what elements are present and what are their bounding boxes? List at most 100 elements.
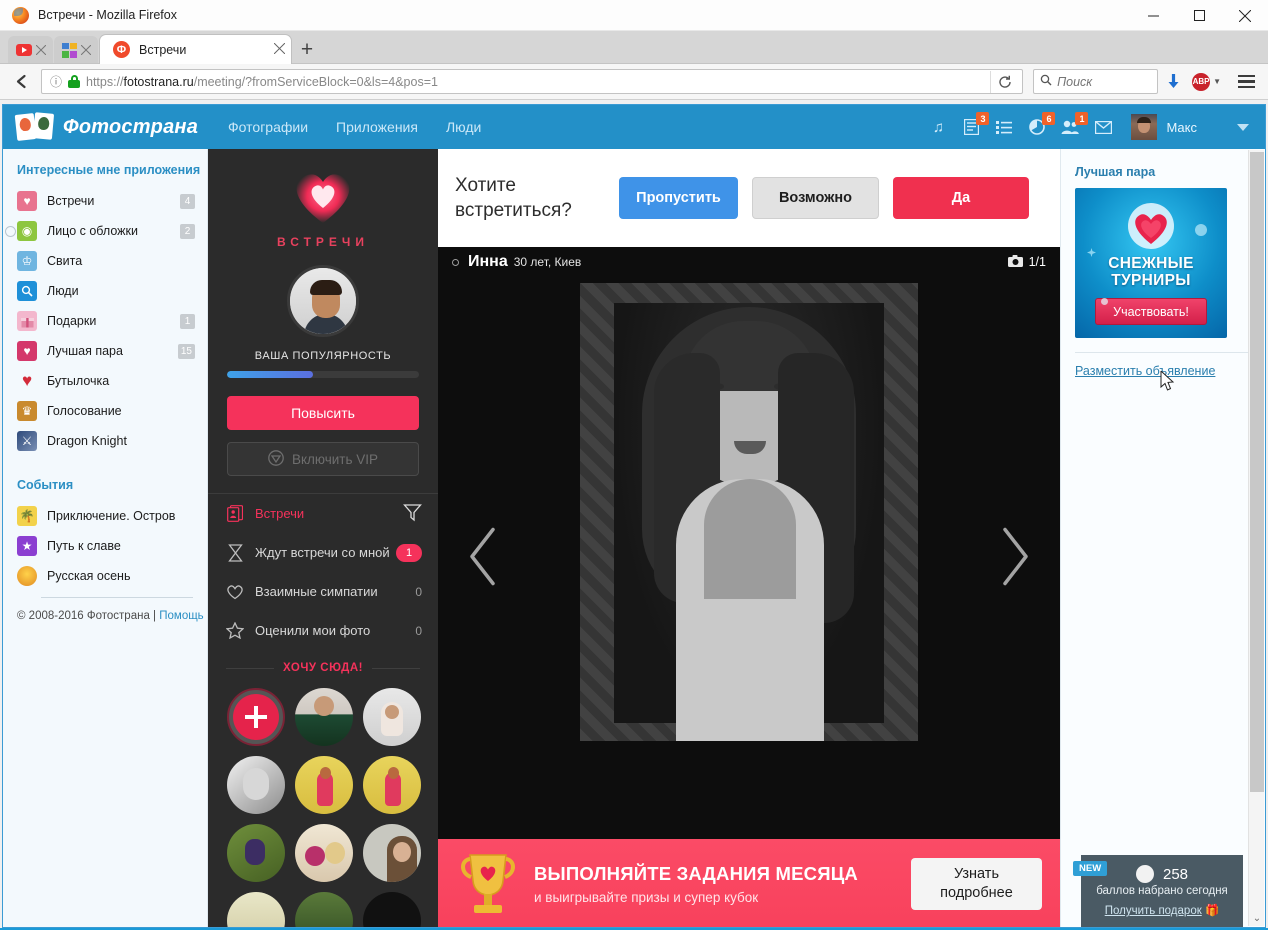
messages-icon[interactable] [1093,117,1113,137]
search-bar[interactable] [1033,69,1159,94]
downloads-icon[interactable] [1158,73,1188,90]
tab-close-icon[interactable] [273,42,286,57]
sidebar-item-podarki[interactable]: Подарки 1 [3,306,207,336]
sidebar-item-russkaya-osen[interactable]: Русская осень [3,561,207,591]
promo-learn-more-button[interactable]: Узнать подробнее [911,858,1042,910]
sidebar-item-put-k-slave[interactable]: ★ Путь к славе [3,531,207,561]
get-gift-link[interactable]: Получить подарок [1105,905,1202,917]
user-name: Макс [1166,119,1197,135]
grid-avatar[interactable] [227,892,285,927]
grid-avatar[interactable] [295,688,353,746]
tab-close-icon[interactable] [32,42,49,59]
grid-avatar[interactable] [295,824,353,882]
points-widget[interactable]: NEW 258 баллов набрано сегодня Получить … [1073,855,1243,927]
camera-icon [1007,254,1023,270]
notifications-icon[interactable]: 6 [1027,112,1056,137]
sidebar-item-golosovanie[interactable]: ♛ Голосование [3,396,207,426]
menu-button[interactable] [1231,74,1261,89]
nav-people[interactable]: Люди [446,119,481,135]
grid-avatar[interactable] [363,756,421,814]
sidebar-item-vstrechi[interactable]: ♥ Встречи 4 [3,186,207,216]
user-menu[interactable]: Макс [1131,114,1197,140]
place-ad-link[interactable]: Разместить объявление [1075,364,1215,378]
maybe-button[interactable]: Возможно [752,177,879,219]
sidebar-item-priklyuchenie-ostrov[interactable]: 🌴 Приключение. Остров [3,501,207,531]
adblock-button[interactable]: ABP ▼ [1188,72,1225,91]
maximize-button[interactable] [1176,0,1222,31]
grid-avatar[interactable] [227,756,285,814]
grid-avatar[interactable] [295,756,353,814]
next-photo-arrow[interactable] [998,526,1032,591]
photo-counter-text: 1/1 [1028,255,1046,269]
scrollbar-thumb[interactable] [1250,152,1264,792]
main-content: Хотите встретиться? Пропустить Возможно … [438,149,1175,927]
nav-photos[interactable]: Фотографии [228,119,308,135]
prev-photo-arrow[interactable] [466,526,500,591]
meet-menu-label: Ждут встречи со мной [255,545,390,560]
help-link[interactable]: Помощь [159,610,203,622]
new-tab-button[interactable]: + [292,36,322,64]
news-feed-icon[interactable]: 3 [961,112,990,137]
promo-banner[interactable]: ВЫПОЛНЯЙТЕ ЗАДАНИЯ МЕСЯЦА и выигрывайте … [438,839,1060,927]
grid-avatar[interactable] [295,892,353,927]
back-button[interactable] [7,67,37,97]
sidebar-item-svita[interactable]: ♔ Свита [3,246,207,276]
sidebar-item-dragon-knight[interactable]: ⚔ Dragon Knight [3,426,207,456]
close-button[interactable] [1222,0,1268,31]
grid-avatar[interactable] [227,824,285,882]
profile-details: 30 лет, Киев [513,255,582,269]
boost-button[interactable]: Повысить [227,396,419,430]
search-input[interactable] [1057,74,1153,89]
notifications-badge: 6 [1042,112,1056,125]
heart-icon: ♥ [17,191,37,211]
site-info-icon[interactable]: ⓘ [46,73,66,90]
profile-photo[interactable] [580,283,918,741]
reload-button[interactable] [990,70,1018,93]
skip-button[interactable]: Пропустить [619,177,738,219]
fotostrana-logo-icon[interactable] [14,112,55,141]
grid-avatar[interactable] [363,688,421,746]
vip-button[interactable]: Включить VIP [227,442,419,476]
online-status-icon [452,258,459,266]
sidebar-item-lyudi[interactable]: Люди [3,276,207,306]
grid-avatar[interactable] [363,892,421,927]
lock-icon [68,75,80,88]
filter-icon[interactable] [403,503,422,525]
sidebar-item-luchshaya-para[interactable]: ♥ Лучшая пара 15 [3,336,207,366]
profile-name[interactable]: Инна [468,253,508,271]
promo-button-line2: подробнее [940,885,1013,901]
ad-card[interactable]: СНЕЖНЫЕ ТУРНИРЫ Участвовать! [1075,188,1227,338]
want-here-grid [208,674,438,927]
yes-button[interactable]: Да [893,177,1029,219]
meet-menu-rated-photos[interactable]: Оценили мои фото 0 [208,611,438,650]
meet-menu-mutual[interactable]: Взаимные симпатии 0 [208,572,438,611]
sidebar-item-label: Dragon Knight [47,434,127,448]
meet-menu-vstrechi[interactable]: Встречи [208,494,438,533]
tab-vstrechi-active[interactable]: Ф Встречи [99,34,292,64]
minimize-button[interactable] [1130,0,1176,31]
coin-icon [1135,865,1154,883]
music-icon[interactable]: ♫ [928,117,948,137]
page-scrollbar[interactable]: ⌄ [1248,150,1264,926]
scroll-down-arrow[interactable]: ⌄ [1249,913,1265,924]
tasks-list-icon[interactable] [994,117,1014,137]
url-bar[interactable]: ⓘ https://fotostrana.ru/meeting/?fromSer… [41,69,1024,94]
meet-logo-text: ВСТРЕЧИ [277,235,369,249]
meet-menu-waiting[interactable]: Ждут встречи со мной 1 [208,533,438,572]
add-photo-button[interactable] [227,688,285,746]
grid-avatar[interactable] [363,824,421,882]
user-avatar-large[interactable] [287,265,359,337]
friends-icon[interactable]: 1 [1060,112,1089,137]
brand-name[interactable]: Фотострана [63,116,198,139]
badge: 15 [177,343,195,359]
nav-apps[interactable]: Приложения [336,119,418,135]
ad-line2: ТУРНИРЫ [1111,272,1191,289]
ad-participate-button[interactable]: Участвовать! [1095,298,1207,325]
tab-close-icon[interactable] [77,42,94,59]
sidebar-item-lico-s-oblozhki[interactable]: ◉ Лицо с обложки 2 [3,216,207,246]
tab-youtube[interactable] [8,36,53,64]
sidebar-item-butylochka[interactable]: ♥ Бутылочка [3,366,207,396]
heart-icon: ♥ [21,371,33,390]
chevron-down-icon[interactable] [1237,123,1249,131]
tab-apps[interactable] [54,36,98,64]
